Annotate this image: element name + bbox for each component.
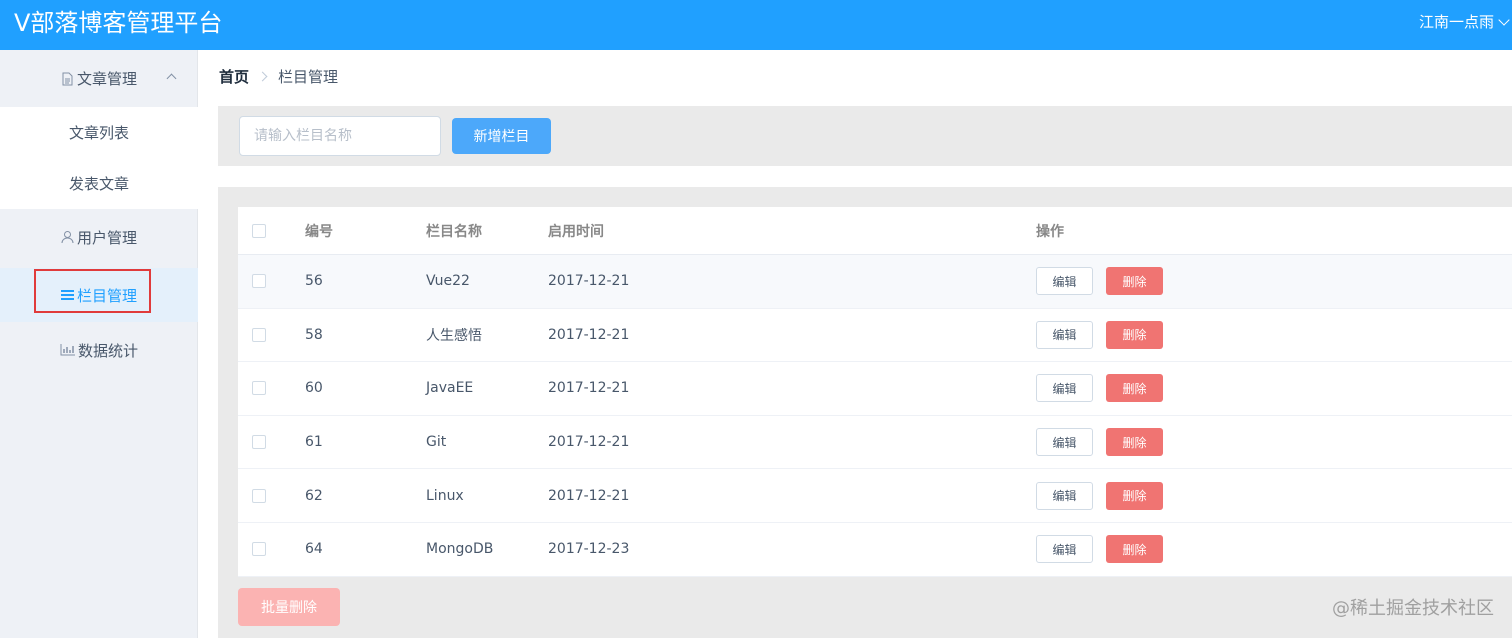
sidebar-item-label: 栏目管理 [76,286,137,305]
cell-operations: 编辑 删除 [1036,309,1163,362]
user-icon [61,230,74,244]
toolbar: 新增栏目 [218,106,1512,166]
column-header-operations: 操作 [1036,223,1064,240]
table-row: 56 Vue22 2017-12-21 编辑 删除 [238,255,1512,309]
cell-date: 2017-12-23 [548,541,630,558]
column-header-date: 启用时间 [548,223,604,240]
cell-name: Linux [426,487,464,504]
bar-chart-icon [60,344,75,356]
cell-date: 2017-12-21 [548,380,630,397]
app-title: V部落博客管理平台 [14,9,223,37]
delete-button[interactable]: 删除 [1106,320,1163,349]
cell-id: 58 [305,326,323,343]
main-content: 首页 栏目管理 新增栏目 编号 栏目名称 启用时间 操作 56 Vue22 2017… [199,50,1512,638]
table-row: 62 Linux 2017-12-21 编辑 删除 [238,469,1512,523]
sidebar-subitem-article-list[interactable]: 文章列表 [0,107,198,158]
cell-id: 64 [305,541,323,558]
sidebar-item-label: 文章列表 [68,124,129,142]
cell-date: 2017-12-21 [548,273,630,290]
cell-id: 61 [305,434,323,451]
edit-button[interactable]: 编辑 [1036,535,1093,564]
delete-button[interactable]: 删除 [1106,374,1163,403]
sidebar-item-label: 数据统计 [77,341,138,360]
cell-operations: 编辑 删除 [1036,416,1163,469]
add-category-button[interactable]: 新增栏目 [452,118,551,154]
search-input[interactable] [239,116,441,156]
category-table: 编号 栏目名称 启用时间 操作 56 Vue22 2017-12-21 编辑 删除 58 人… [238,207,1512,577]
table-header: 编号 栏目名称 启用时间 操作 [238,207,1512,255]
table-row: 60 JavaEE 2017-12-21 编辑 删除 [238,362,1512,416]
cell-name: Git [426,434,447,451]
sidebar-item-users[interactable]: 用户管理 [0,209,198,265]
delete-button[interactable]: 删除 [1106,428,1163,457]
breadcrumb: 首页 栏目管理 [219,66,338,87]
edit-button[interactable]: 编辑 [1036,267,1093,296]
edit-button[interactable]: 编辑 [1036,320,1093,349]
table-panel: 编号 栏目名称 启用时间 操作 56 Vue22 2017-12-21 编辑 删除 58 人… [218,187,1512,638]
edit-button[interactable]: 编辑 [1036,428,1093,457]
edit-button[interactable]: 编辑 [1036,481,1093,510]
chevron-right-icon [257,71,268,82]
row-checkbox[interactable] [252,488,266,503]
row-checkbox[interactable] [252,327,266,342]
sidebar-item-statistics[interactable]: 数据统计 [0,322,198,378]
row-checkbox[interactable] [252,542,266,557]
chevron-down-icon [1498,14,1510,26]
sidebar-subitem-publish-article[interactable]: 发表文章 [0,158,198,209]
breadcrumb-home[interactable]: 首页 [219,66,249,87]
delete-button[interactable]: 删除 [1106,267,1163,296]
cell-operations: 编辑 删除 [1036,255,1163,308]
top-header: V部落博客管理平台 江南一点雨 [0,0,1512,50]
table-row: 61 Git 2017-12-21 编辑 删除 [238,416,1512,470]
list-icon [60,289,74,301]
cell-date: 2017-12-21 [548,487,630,504]
batch-delete-button[interactable]: 批量删除 [238,588,340,626]
table-row: 58 人生感悟 2017-12-21 编辑 删除 [238,309,1512,363]
row-checkbox[interactable] [252,274,266,289]
sidebar-item-label: 发表文章 [68,175,129,193]
cell-operations: 编辑 删除 [1036,523,1163,576]
cell-name: MongoDB [426,541,494,558]
user-menu[interactable]: 江南一点雨 [1419,12,1512,32]
user-name: 江南一点雨 [1418,13,1494,31]
cell-operations: 编辑 删除 [1036,469,1163,522]
sidebar-item-categories[interactable]: 栏目管理 [0,268,198,322]
cell-name: Vue22 [426,273,470,290]
cell-name: 人生感悟 [426,327,482,344]
breadcrumb-current: 栏目管理 [278,68,339,86]
cell-id: 62 [305,487,323,504]
row-checkbox[interactable] [252,435,266,450]
column-header-id: 编号 [305,223,333,240]
cell-id: 60 [305,380,323,397]
watermark: @稀土掘金技术社区 [1332,598,1494,619]
table-row: 64 MongoDB 2017-12-23 编辑 删除 [238,523,1512,577]
document-icon [61,72,74,86]
sidebar-item-label: 文章管理 [76,70,137,88]
column-header-name: 栏目名称 [426,223,482,240]
delete-button[interactable]: 删除 [1106,481,1163,510]
cell-date: 2017-12-21 [548,434,630,451]
delete-button[interactable]: 删除 [1106,535,1163,564]
sidebar: 文章管理 文章列表 发表文章 用户管理 栏目管理 数据统计 [0,50,198,638]
cell-date: 2017-12-21 [548,326,630,343]
cell-id: 56 [305,273,323,290]
select-all-checkbox[interactable] [252,223,266,238]
cell-name: JavaEE [426,380,474,397]
cell-operations: 编辑 删除 [1036,362,1163,415]
row-checkbox[interactable] [252,381,266,396]
table-body: 56 Vue22 2017-12-21 编辑 删除 58 人生感悟 2017-12-21 编辑删… [238,255,1512,577]
sidebar-item-label: 用户管理 [76,228,137,247]
edit-button[interactable]: 编辑 [1036,374,1093,403]
